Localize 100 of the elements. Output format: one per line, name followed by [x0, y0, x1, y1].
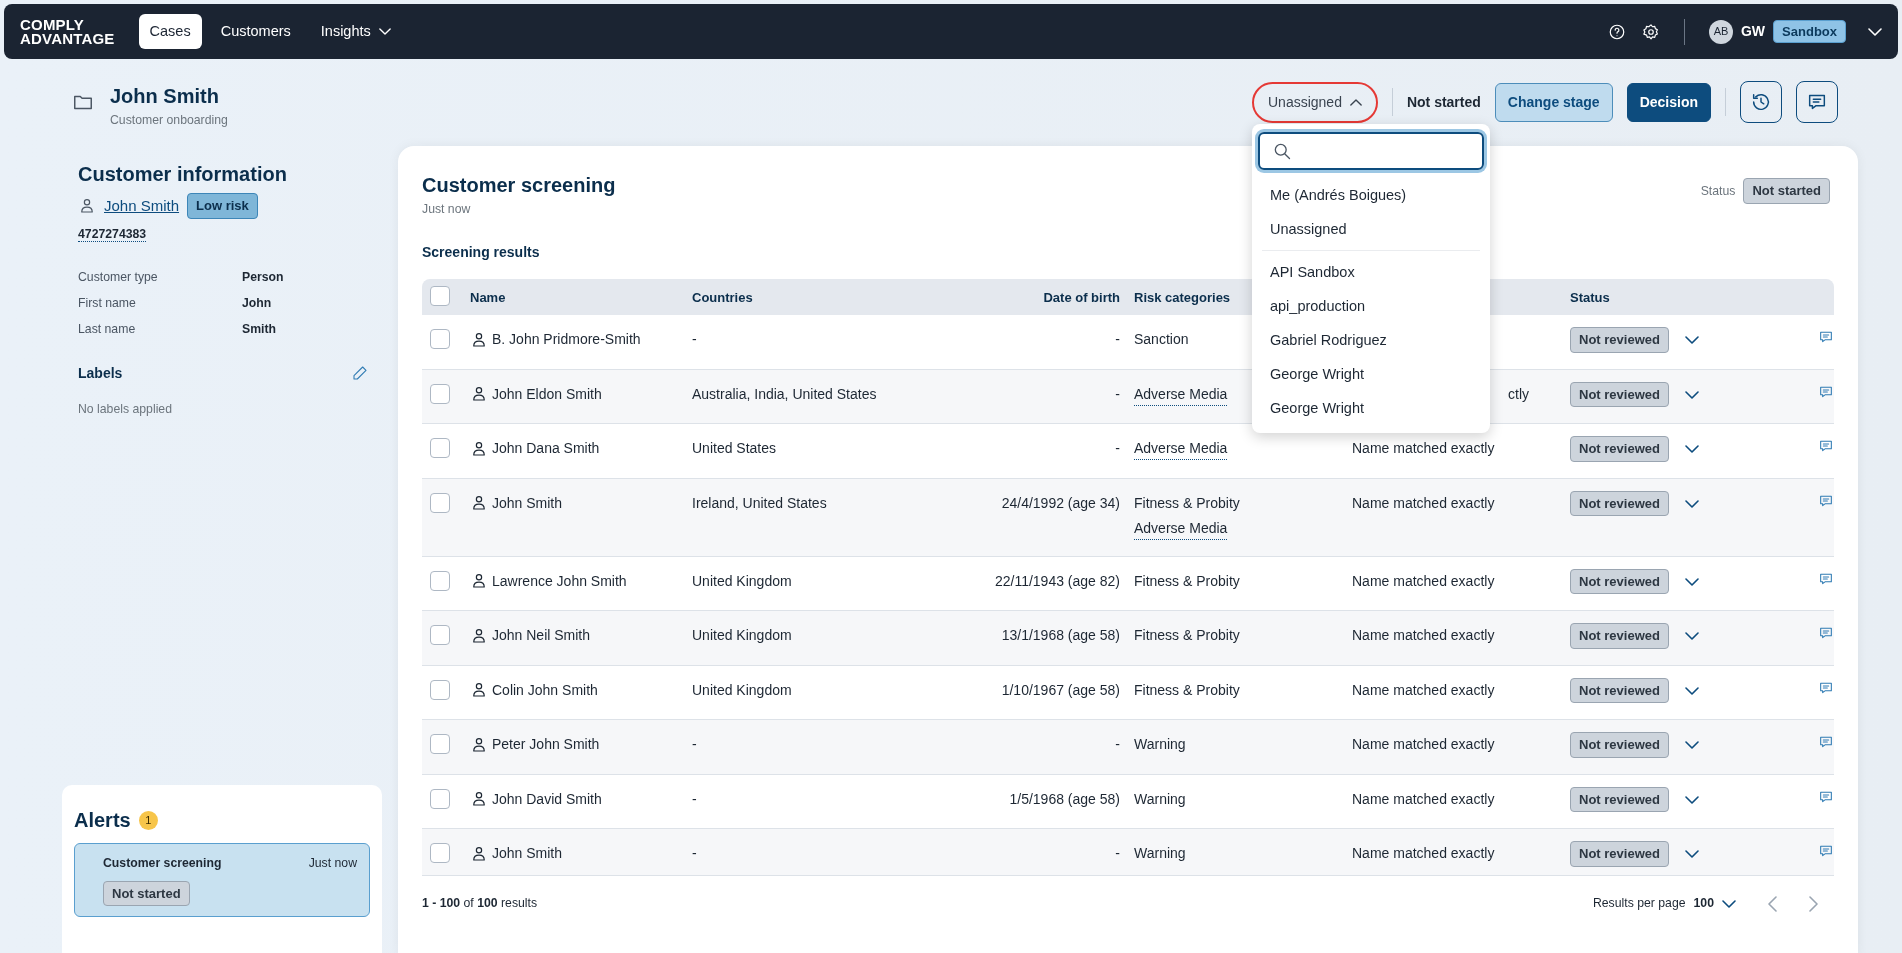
user-avatar: AB [1709, 19, 1733, 44]
decision-button[interactable]: Decision [1626, 82, 1711, 122]
menu-item[interactable]: Unassigned [1258, 211, 1484, 246]
environment-tag: Sandbox [1773, 19, 1846, 44]
person-icon [470, 735, 488, 754]
alert-item[interactable]: Customer screening Just now Not started [74, 843, 370, 917]
settings-button[interactable] [1642, 22, 1660, 41]
status-tag: Not reviewed [1570, 841, 1669, 867]
history-button[interactable] [1740, 81, 1782, 123]
status-dropdown-button[interactable] [1684, 632, 1699, 641]
column-header: Date of birth [1043, 290, 1120, 306]
field-value: Person [242, 268, 284, 286]
search-field[interactable] [1258, 131, 1484, 170]
status-dropdown-button[interactable] [1684, 499, 1699, 508]
row-checkbox[interactable] [430, 734, 450, 755]
menu-item[interactable]: api_production [1258, 288, 1484, 323]
status-label: Status [1700, 182, 1736, 200]
row-checkbox[interactable] [430, 492, 450, 513]
previous-page-button[interactable] [1768, 895, 1777, 912]
status-dropdown-button[interactable] [1684, 686, 1699, 695]
section-heading: Alerts [74, 808, 131, 834]
table-cell-text: Fitness & Probity [1134, 493, 1240, 513]
assignee-dropdown[interactable]: Unassigned [1252, 81, 1378, 123]
next-page-button[interactable] [1809, 895, 1818, 912]
table-cell-text: Peter John Smith [492, 735, 600, 755]
edit-labels-button[interactable] [352, 365, 368, 382]
column-header: Name [470, 290, 506, 306]
menu-item[interactable]: Gabriel Rodriguez [1258, 322, 1484, 357]
table-cell-text: Warning [1134, 789, 1186, 809]
row-checkbox[interactable] [430, 329, 450, 350]
table-cell: Name matched exactly [1352, 681, 1495, 698]
person-icon [470, 790, 488, 809]
chevron-up-icon [1349, 98, 1362, 106]
table-cell: United Kingdom [692, 627, 792, 644]
results-summary: 1 - 100 of 100 results [422, 895, 538, 913]
chevron-down-icon [1684, 499, 1699, 508]
chevron-down-icon [1684, 577, 1699, 586]
table-cell: Name matched exactly [1352, 440, 1495, 457]
nav-tab[interactable]: Cases [138, 13, 202, 50]
chevron-down-icon [1684, 632, 1699, 641]
table-cell-text: John David Smith [492, 789, 602, 809]
status-dropdown-button[interactable] [1684, 390, 1699, 399]
row-checkbox[interactable] [430, 679, 450, 700]
risk-category-link[interactable]: Adverse Media [1134, 383, 1228, 406]
row-checkbox[interactable] [430, 438, 450, 459]
change-stage-button[interactable]: Change stage [1494, 82, 1613, 122]
help-button[interactable] [1608, 22, 1626, 41]
table-cell: Ireland, United States [692, 494, 827, 511]
status-dropdown-button[interactable] [1684, 850, 1699, 859]
status-dropdown-button[interactable] [1684, 336, 1699, 345]
logo[interactable]: COMPLY ADVANTAGE [20, 17, 115, 46]
card-title: Customer screening [422, 173, 616, 198]
case-title: John Smith [110, 84, 220, 109]
pencil-icon [352, 365, 368, 382]
status-dropdown-button[interactable] [1684, 445, 1699, 454]
person-icon [470, 330, 488, 349]
comments-button[interactable] [1796, 81, 1838, 123]
section-heading: Screening results [422, 243, 541, 263]
risk-category-link[interactable]: Adverse Media [1134, 517, 1228, 540]
alert-title: Customer screening [103, 855, 222, 873]
chevron-down-icon [1684, 390, 1699, 399]
field-label: Customer type [78, 268, 159, 286]
chevron-down-icon [1868, 27, 1882, 36]
person-icon [78, 196, 96, 215]
status-tag: Not reviewed [1570, 786, 1669, 813]
nav-tab[interactable]: Customers [209, 13, 302, 50]
row-checkbox[interactable] [430, 843, 450, 864]
menu-item[interactable]: API Sandbox [1258, 254, 1484, 289]
menu-item[interactable]: George Wright [1258, 390, 1484, 425]
status-tag: Not reviewed [1570, 490, 1669, 517]
status-tag: Not reviewed [1570, 327, 1669, 353]
row-checkbox[interactable] [430, 383, 450, 404]
person-icon [470, 626, 488, 645]
status-dropdown-button[interactable] [1684, 795, 1699, 804]
table-cell: - [1115, 440, 1120, 457]
status-dropdown-button[interactable] [1684, 741, 1699, 750]
user-menu-button[interactable]: AB GW Sandbox [1709, 19, 1882, 44]
menu-item[interactable]: Me (Andrés Boigues) [1258, 177, 1484, 212]
row-checkbox[interactable] [430, 788, 450, 809]
chevron-down-icon [1684, 686, 1699, 695]
table-cell: - [1115, 736, 1120, 753]
status-dropdown-button[interactable] [1684, 577, 1699, 586]
select-all-checkbox[interactable] [430, 286, 450, 307]
empty-labels-text: No labels applied [78, 400, 173, 418]
row-checkbox[interactable] [430, 625, 450, 646]
person-icon [470, 681, 488, 700]
customer-name-link[interactable]: John Smith [104, 194, 180, 217]
risk-category-link[interactable]: Adverse Media [1134, 438, 1228, 461]
row-checkbox[interactable] [430, 570, 450, 591]
alert-time: Just now [308, 855, 357, 873]
menu-item[interactable]: George Wright [1258, 356, 1484, 391]
chevron-left-icon [1768, 895, 1777, 912]
per-page-dropdown[interactable]: 100 [1693, 894, 1736, 913]
nav-tab[interactable]: Insights [309, 13, 402, 50]
table-cell: Name matched exactly [1352, 845, 1495, 862]
stage-label: Not started [1406, 92, 1481, 112]
field-label: Last name [78, 321, 137, 339]
column-header: Countries [692, 290, 753, 306]
history-icon [1750, 91, 1772, 113]
person-icon [470, 572, 488, 591]
